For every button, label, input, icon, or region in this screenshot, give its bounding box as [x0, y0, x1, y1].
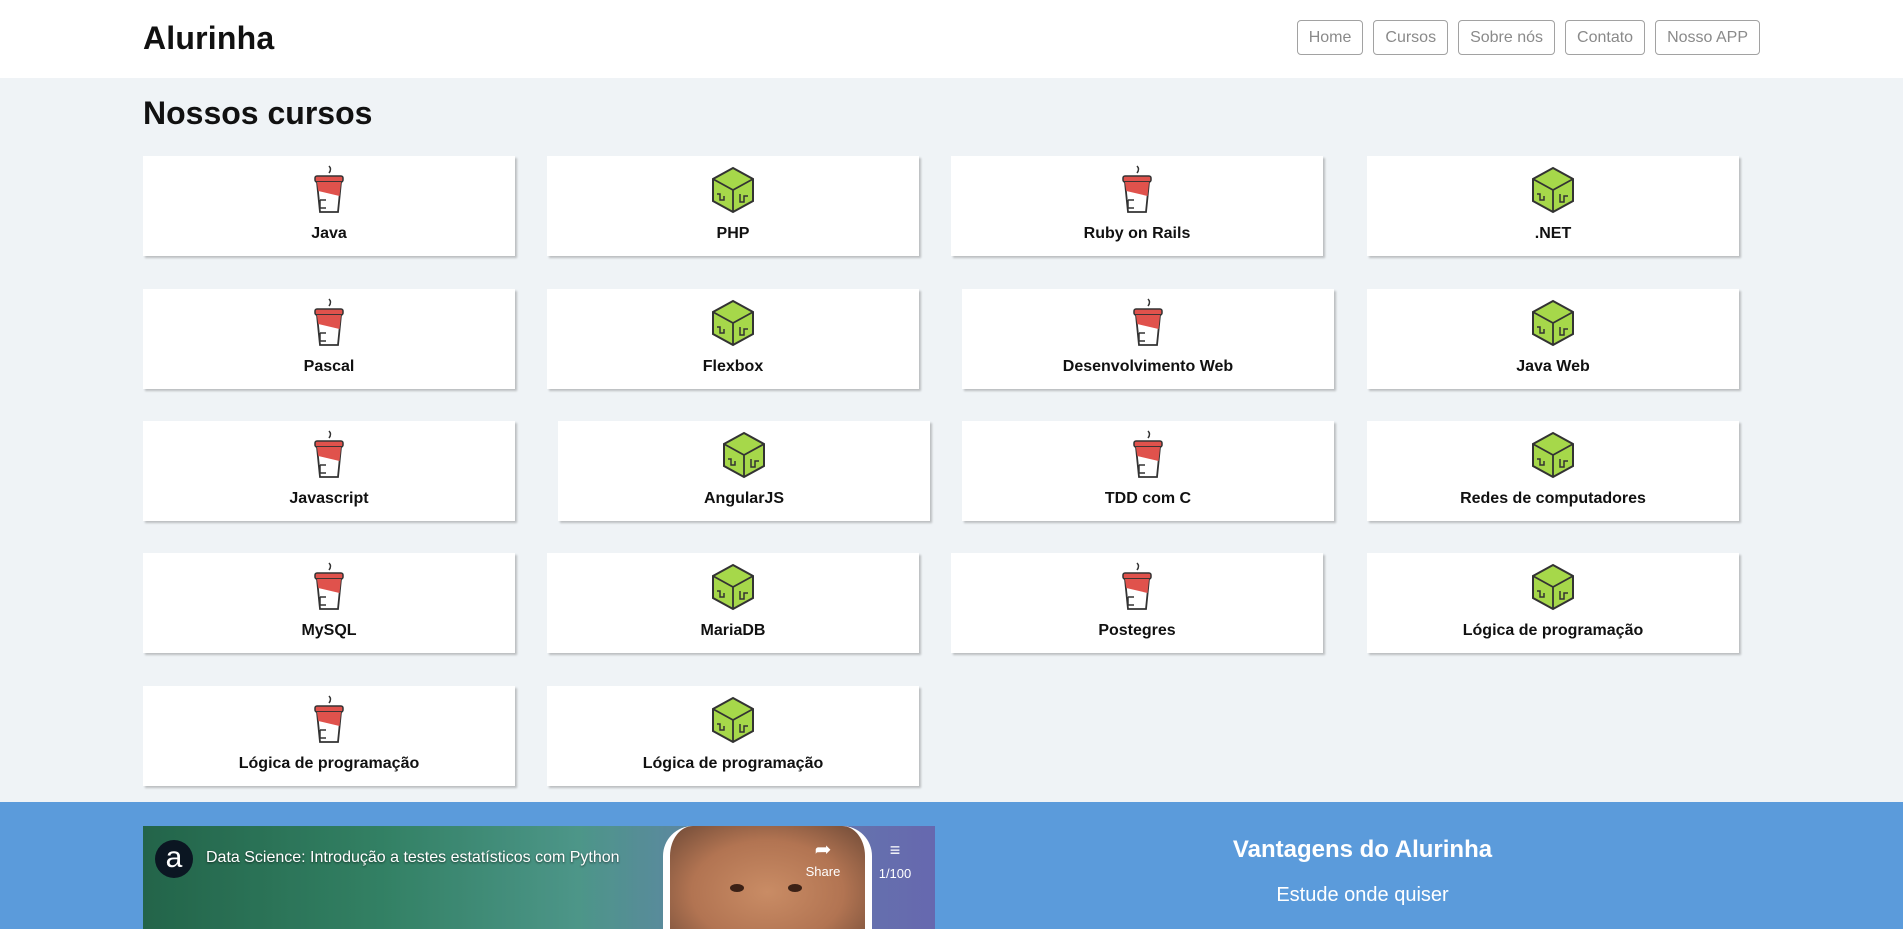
course-label: PHP: [716, 225, 750, 242]
video-title[interactable]: Data Science: Introdução a testes estatí…: [206, 849, 620, 867]
course-label: Desenvolvimento Web: [1062, 358, 1234, 375]
coffee-cup-icon: [314, 165, 344, 213]
coffee-cup-icon: [1133, 298, 1163, 346]
green-cube-icon: [1532, 431, 1574, 479]
share-label: Share: [805, 864, 841, 879]
course-label: AngularJS: [703, 490, 784, 507]
coffee-cup-icon: [314, 298, 344, 346]
course-label: MySQL: [301, 622, 357, 639]
coffee-cup-icon: [1122, 562, 1152, 610]
course-card[interactable]: Lógica de programação: [143, 686, 515, 786]
nav-sobre-button[interactable]: Sobre nós: [1458, 20, 1556, 55]
course-label: TDD com C: [1104, 490, 1192, 507]
share-icon: ➦: [814, 839, 832, 861]
course-card[interactable]: Java Web: [1367, 289, 1739, 389]
course-label: Redes de computadores: [1460, 490, 1646, 507]
coffee-cup-icon: [1133, 430, 1163, 478]
site-logo[interactable]: Alurinha: [143, 20, 274, 57]
courses-title: Nossos cursos: [143, 95, 373, 131]
eye: [788, 884, 802, 892]
course-label: Java Web: [1516, 358, 1590, 375]
eye: [730, 884, 744, 892]
course-card[interactable]: Pascal: [143, 289, 515, 389]
green-cube-icon: [712, 166, 754, 214]
course-card[interactable]: Java: [143, 156, 515, 256]
video-embed[interactable]: a Data Science: Introdução a testes esta…: [143, 826, 935, 929]
course-label: Lógica de programação: [1462, 622, 1644, 639]
course-card[interactable]: Desenvolvimento Web: [962, 289, 1334, 389]
course-card[interactable]: Lógica de programação: [547, 686, 919, 786]
nav-cursos-button[interactable]: Cursos: [1373, 20, 1449, 55]
course-label: Lógica de programação: [238, 755, 420, 772]
course-label: Lógica de programação: [642, 755, 824, 772]
share-button[interactable]: ➦ Share: [795, 840, 851, 879]
course-card[interactable]: Redes de computadores: [1367, 421, 1739, 521]
green-cube-icon: [723, 431, 765, 479]
playlist-button[interactable]: ≡ 1/100: [865, 840, 925, 881]
course-card[interactable]: Postegres: [951, 553, 1323, 653]
course-card[interactable]: Ruby on Rails: [951, 156, 1323, 256]
alura-logo-icon[interactable]: a: [155, 840, 193, 878]
main-nav: Home Cursos Sobre nós Contato Nosso APP: [1296, 20, 1760, 55]
course-card[interactable]: Flexbox: [547, 289, 919, 389]
course-card[interactable]: MySQL: [143, 553, 515, 653]
nav-app-button[interactable]: Nosso APP: [1655, 20, 1760, 55]
nav-home-button[interactable]: Home: [1296, 20, 1364, 55]
course-card[interactable]: TDD com C: [962, 421, 1334, 521]
playlist-count: 1/100: [878, 866, 912, 881]
course-label: Postegres: [1098, 622, 1176, 639]
course-card[interactable]: .NET: [1367, 156, 1739, 256]
advantages-title: Vantagens do Alurinha: [1232, 836, 1493, 863]
green-cube-icon: [712, 563, 754, 611]
green-cube-icon: [712, 299, 754, 347]
course-label: Pascal: [303, 358, 355, 375]
course-card[interactable]: AngularJS: [558, 421, 930, 521]
green-cube-icon: [1532, 166, 1574, 214]
coffee-cup-icon: [1122, 165, 1152, 213]
course-label: Ruby on Rails: [1083, 225, 1191, 242]
site-header: Alurinha Home Cursos Sobre nós Contato N…: [0, 0, 1903, 78]
course-label: Flexbox: [702, 358, 764, 375]
course-label: Javascript: [289, 490, 369, 507]
green-cube-icon: [1532, 299, 1574, 347]
coffee-cup-icon: [314, 562, 344, 610]
green-cube-icon: [1532, 563, 1574, 611]
course-label: Java: [311, 225, 347, 242]
nav-contato-button[interactable]: Contato: [1565, 20, 1646, 55]
course-card[interactable]: PHP: [547, 156, 919, 256]
green-cube-icon: [712, 696, 754, 744]
course-label: .NET: [1534, 225, 1572, 242]
coffee-cup-icon: [314, 430, 344, 478]
coffee-cup-icon: [314, 695, 344, 743]
course-label: MariaDB: [700, 622, 766, 639]
advantages-subtitle: Estude onde quiser: [1276, 884, 1449, 906]
course-card[interactable]: Javascript: [143, 421, 515, 521]
playlist-icon: ≡: [889, 840, 901, 860]
course-card[interactable]: Lógica de programação: [1367, 553, 1739, 653]
course-card[interactable]: MariaDB: [547, 553, 919, 653]
